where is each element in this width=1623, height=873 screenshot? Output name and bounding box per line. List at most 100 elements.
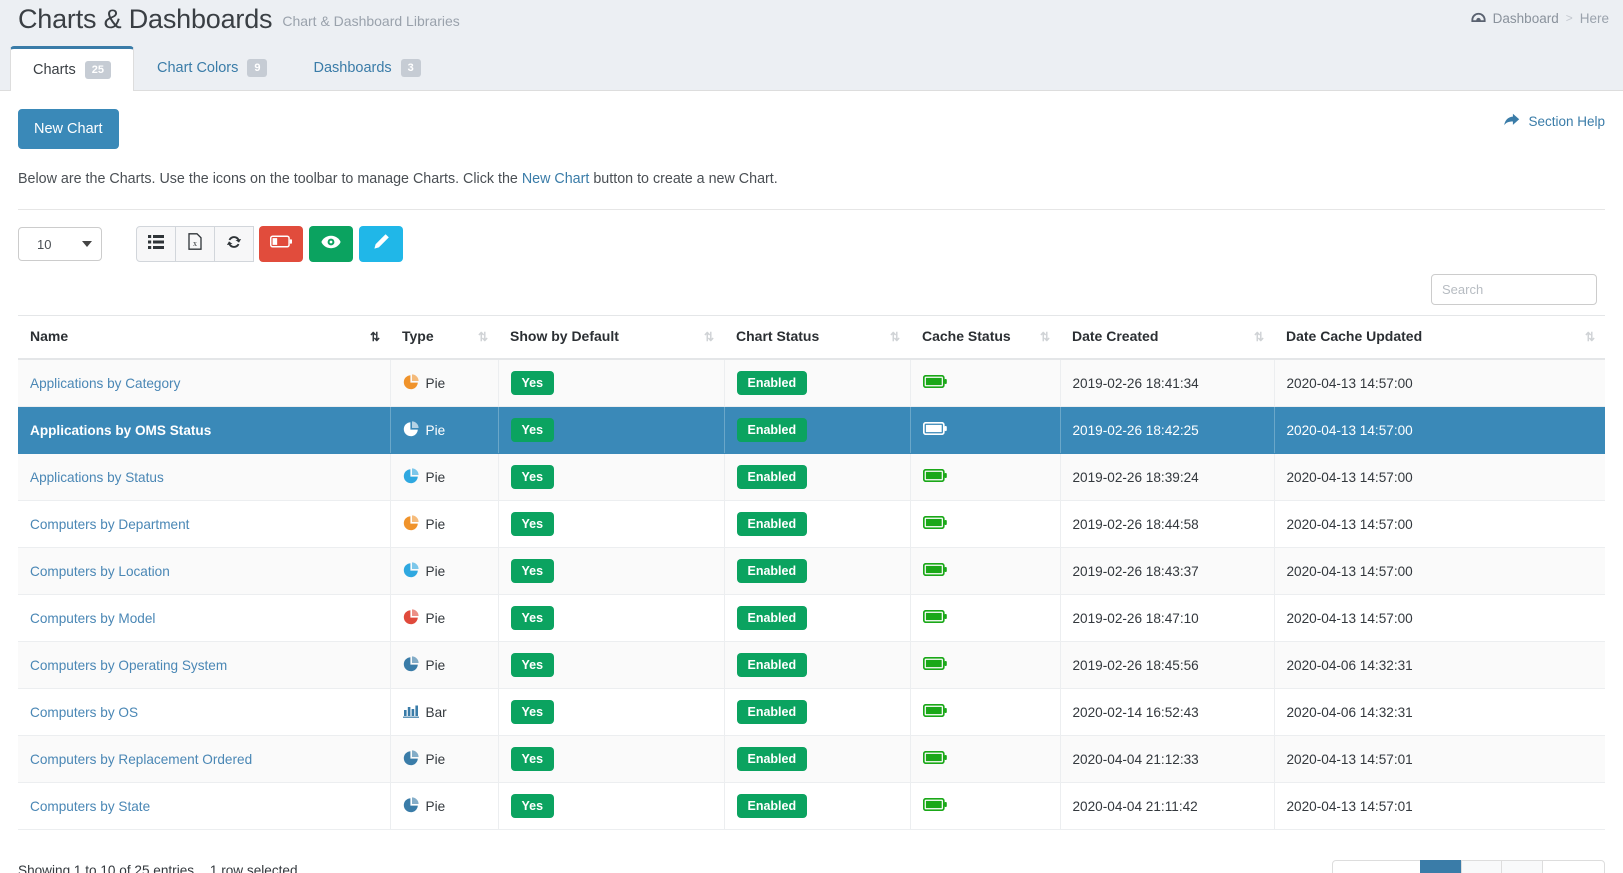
sort-icon-show-by-default: ⇅ bbox=[703, 330, 714, 344]
table-row[interactable]: Computers by Replacement Ordered Pie Yes En… bbox=[18, 735, 1605, 783]
pagination-next[interactable]: Next bbox=[1542, 860, 1605, 873]
tab-charts-count: 25 bbox=[84, 61, 111, 79]
share-arrow-icon bbox=[1503, 113, 1520, 130]
cell-name[interactable]: Computers by OS bbox=[18, 688, 391, 736]
show-by-default-badge: Yes bbox=[510, 747, 555, 771]
pagination-previous[interactable]: Previous bbox=[1332, 860, 1421, 873]
cell-name[interactable]: Applications by Status bbox=[18, 453, 391, 501]
chart-name-link[interactable]: Computers by Model bbox=[30, 611, 155, 626]
battery-full-icon bbox=[922, 750, 947, 765]
column-header-date-cache-updated[interactable]: Date Cache Updated ⇅ bbox=[1274, 315, 1605, 360]
chart-name-link[interactable]: Computers by Replacement Ordered bbox=[30, 752, 252, 767]
column-header-date-created-label: Date Created bbox=[1072, 328, 1159, 344]
pie-chart-icon bbox=[403, 514, 419, 534]
cell-name[interactable]: Computers by Location bbox=[18, 547, 391, 595]
type-label: Pie bbox=[425, 798, 446, 814]
tab-dashboards[interactable]: Dashboards 3 bbox=[290, 45, 443, 90]
column-header-cache-status[interactable]: Cache Status ⇅ bbox=[910, 315, 1060, 360]
chart-status-badge: Enabled bbox=[736, 794, 808, 818]
cell-name[interactable]: Applications by Category bbox=[18, 359, 391, 407]
chart-name-link[interactable]: Computers by Department bbox=[30, 517, 189, 532]
table-row[interactable]: Applications by OMS Status Pie Yes Enabled 2… bbox=[18, 406, 1605, 454]
chart-status-badge: Enabled bbox=[736, 747, 808, 771]
section-help-label: Section Help bbox=[1528, 114, 1605, 129]
table-row[interactable]: Computers by Operating System Pie Yes Enabl… bbox=[18, 641, 1605, 689]
cell-type: Pie bbox=[390, 641, 499, 689]
page-length-select[interactable]: 10 bbox=[18, 227, 102, 261]
cell-show-by-default: Yes bbox=[498, 688, 725, 736]
cell-chart-status: Enabled bbox=[724, 500, 911, 548]
tab-chart-colors[interactable]: Chart Colors 9 bbox=[134, 45, 291, 90]
chart-name-link[interactable]: Computers by OS bbox=[30, 705, 138, 720]
page-length-value: 10 bbox=[37, 236, 52, 252]
charts-table: Name ⇅ Type ⇅ Show by Default ⇅ Chart St… bbox=[18, 315, 1605, 830]
cell-name[interactable]: Computers by Replacement Ordered bbox=[18, 735, 391, 783]
cell-name[interactable]: Computers by Department bbox=[18, 500, 391, 548]
table-row[interactable]: Computers by Model Pie Yes Enabled 2019-02-2… bbox=[18, 594, 1605, 642]
excel-export-button[interactable]: x bbox=[175, 226, 215, 262]
refresh-button[interactable] bbox=[214, 226, 254, 262]
section-help-link[interactable]: Section Help bbox=[1503, 113, 1605, 130]
cell-cache-status bbox=[910, 641, 1061, 689]
chart-name-link[interactable]: Computers by State bbox=[30, 799, 150, 814]
cell-chart-status: Enabled bbox=[724, 735, 911, 783]
cell-date-cache-updated: 2020-04-06 14:32:31 bbox=[1274, 688, 1605, 736]
column-header-name[interactable]: Name ⇅ bbox=[18, 315, 390, 360]
chart-name-link[interactable]: Applications by Category bbox=[30, 376, 180, 391]
column-header-show-by-default[interactable]: Show by Default ⇅ bbox=[498, 315, 724, 360]
column-header-chart-status[interactable]: Chart Status ⇅ bbox=[724, 315, 910, 360]
table-row[interactable]: Applications by Status Pie Yes Enabled 2019-… bbox=[18, 453, 1605, 501]
cell-type: Pie bbox=[390, 782, 499, 830]
cell-date-created: 2019-02-26 18:42:25 bbox=[1060, 406, 1275, 454]
table-row[interactable]: Applications by Category Pie Yes Enabled 201… bbox=[18, 359, 1605, 407]
chart-status-badge: Enabled bbox=[736, 512, 808, 536]
cell-name[interactable]: Computers by Operating System bbox=[18, 641, 391, 689]
table-row[interactable]: Computers by Department Pie Yes Enabled 2019… bbox=[18, 500, 1605, 548]
edit-button[interactable] bbox=[359, 226, 403, 262]
battery-full-icon bbox=[922, 562, 947, 577]
cell-date-created: 2019-02-26 18:41:34 bbox=[1060, 359, 1275, 407]
new-chart-button[interactable]: New Chart bbox=[18, 109, 119, 149]
cell-type: Pie bbox=[390, 594, 499, 642]
table-row[interactable]: Computers by OS Bar Yes Enabled 2020-02-14 1… bbox=[18, 688, 1605, 736]
cell-chart-status: Enabled bbox=[724, 406, 911, 454]
sort-icon-cache-status: ⇅ bbox=[1039, 330, 1050, 344]
column-visibility-button[interactable] bbox=[136, 226, 176, 262]
column-header-date-created[interactable]: Date Created ⇅ bbox=[1060, 315, 1274, 360]
chart-name-link[interactable]: Applications by OMS Status bbox=[30, 423, 211, 438]
search-input[interactable] bbox=[1431, 274, 1597, 305]
chart-status-badge: Enabled bbox=[736, 371, 808, 395]
preview-button[interactable] bbox=[309, 226, 353, 262]
type-label: Pie bbox=[425, 657, 446, 673]
cell-name[interactable]: Computers by State bbox=[18, 782, 391, 830]
table-row[interactable]: Computers by Location Pie Yes Enabled 2019-0… bbox=[18, 547, 1605, 595]
cell-show-by-default: Yes bbox=[498, 500, 725, 548]
chart-status-badge: Enabled bbox=[736, 465, 808, 489]
pie-chart-icon bbox=[403, 420, 419, 440]
cell-name[interactable]: Computers by Model bbox=[18, 594, 391, 642]
column-header-type[interactable]: Type ⇅ bbox=[390, 315, 498, 360]
page-header: Charts & Dashboards Chart & Dashboard Li… bbox=[0, 0, 1623, 46]
intro-new-chart-link[interactable]: New Chart bbox=[522, 171, 590, 187]
chart-name-link[interactable]: Computers by Location bbox=[30, 564, 170, 579]
table-row[interactable]: Computers by State Pie Yes Enabled 2020-04-0… bbox=[18, 782, 1605, 830]
breadcrumb-link-dashboard[interactable]: Dashboard bbox=[1493, 11, 1559, 26]
cell-date-created: 2019-02-26 18:43:37 bbox=[1060, 547, 1275, 595]
chart-name-link[interactable]: Computers by Operating System bbox=[30, 658, 227, 673]
chart-name-link[interactable]: Applications by Status bbox=[30, 470, 164, 485]
cell-name[interactable]: Applications by OMS Status bbox=[18, 406, 391, 454]
cell-date-created: 2020-04-04 21:11:42 bbox=[1060, 782, 1275, 830]
tab-dashboards-count: 3 bbox=[400, 59, 421, 77]
cell-cache-status bbox=[910, 735, 1061, 783]
pie-chart-icon bbox=[403, 467, 419, 487]
cell-chart-status: Enabled bbox=[724, 782, 911, 830]
sort-icon-date-created: ⇅ bbox=[1253, 330, 1264, 344]
column-header-chart-status-label: Chart Status bbox=[736, 328, 820, 344]
sort-icon-name: ⇅ bbox=[369, 330, 380, 344]
pagination-page-3[interactable]: 3 bbox=[1501, 860, 1544, 873]
cache-clear-button[interactable] bbox=[259, 226, 303, 262]
pagination-page-2[interactable]: 2 bbox=[1460, 860, 1503, 873]
tab-charts[interactable]: Charts 25 bbox=[10, 46, 134, 91]
pagination-page-1[interactable]: 1 bbox=[1419, 860, 1462, 873]
chevron-down-icon bbox=[82, 241, 92, 247]
